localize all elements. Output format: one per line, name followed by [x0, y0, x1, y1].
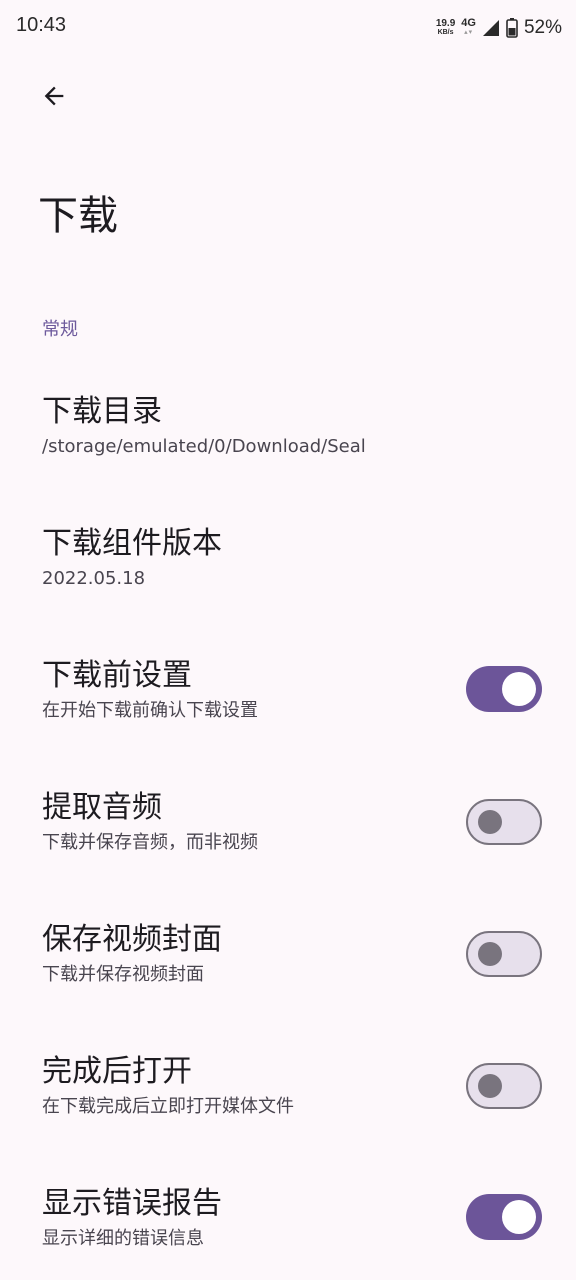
setting-subtitle: 在开始下载前确认下载设置	[42, 700, 258, 721]
battery-percentage: 52%	[523, 17, 562, 38]
section-header-general: 常规	[42, 319, 78, 340]
setting-save-thumbnail[interactable]: 保存视频封面 下载并保存视频封面	[0, 920, 576, 1000]
network-speed: 19.9 KB/s	[436, 19, 455, 37]
setting-subtitle: 2022.05.18	[42, 568, 146, 589]
switch-thumb	[478, 942, 502, 966]
setting-download-directory[interactable]: 下载目录 /storage/emulated/0/Download/Seal	[0, 392, 576, 472]
network-type-label: 4G	[461, 17, 476, 29]
setting-title: 提取音频	[42, 790, 162, 825]
setting-extract-audio[interactable]: 提取音频 下载并保存音频，而非视频	[0, 788, 576, 868]
open-when-finished-switch[interactable]	[466, 1063, 542, 1109]
setting-title: 下载前设置	[42, 658, 192, 693]
signal-icon	[482, 20, 499, 36]
setting-subtitle: 下载并保存音频，而非视频	[42, 832, 258, 853]
setting-title: 完成后打开	[42, 1054, 192, 1089]
status-indicators: 19.9 KB/s 4G ▴▾ 52%	[436, 14, 562, 42]
switch-thumb	[502, 1200, 536, 1234]
network-speed-value: 19.9	[435, 18, 456, 29]
setting-open-when-finished[interactable]: 完成后打开 在下载完成后立即打开媒体文件	[0, 1052, 576, 1132]
network-type: 4G ▴▾	[461, 18, 476, 38]
setting-title: 下载组件版本	[42, 526, 222, 561]
setting-title: 下载目录	[42, 394, 162, 429]
configure-before-download-switch[interactable]	[466, 666, 542, 712]
setting-show-error-report[interactable]: 显示错误报告 显示详细的错误信息	[0, 1184, 576, 1264]
arrow-back-icon	[44, 86, 64, 106]
status-bar: 10:43 19.9 KB/s 4G ▴▾ 52%	[0, 0, 576, 56]
extract-audio-switch[interactable]	[466, 799, 542, 845]
show-error-report-switch[interactable]	[466, 1194, 542, 1240]
page-title: 下载	[38, 193, 118, 239]
switch-thumb	[502, 672, 536, 706]
save-thumbnail-switch[interactable]	[466, 931, 542, 977]
network-speed-unit: KB/s	[437, 29, 454, 36]
setting-subtitle: 下载并保存视频封面	[42, 964, 204, 985]
switch-thumb	[478, 810, 502, 834]
setting-title: 显示错误报告	[42, 1186, 222, 1221]
setting-configure-before-download[interactable]: 下载前设置 在开始下载前确认下载设置	[0, 656, 576, 736]
back-button[interactable]	[30, 72, 78, 120]
setting-subtitle: 显示详细的错误信息	[42, 1228, 204, 1249]
setting-downloader-version[interactable]: 下载组件版本 2022.05.18	[0, 524, 576, 604]
status-time: 10:43	[16, 14, 67, 36]
switch-thumb	[478, 1074, 502, 1098]
data-activity-icon: ▴▾	[464, 29, 474, 36]
setting-subtitle: 在下载完成后立即打开媒体文件	[42, 1096, 294, 1117]
battery-icon	[506, 18, 518, 38]
setting-subtitle: /storage/emulated/0/Download/Seal	[42, 436, 366, 457]
setting-title: 保存视频封面	[42, 922, 222, 957]
